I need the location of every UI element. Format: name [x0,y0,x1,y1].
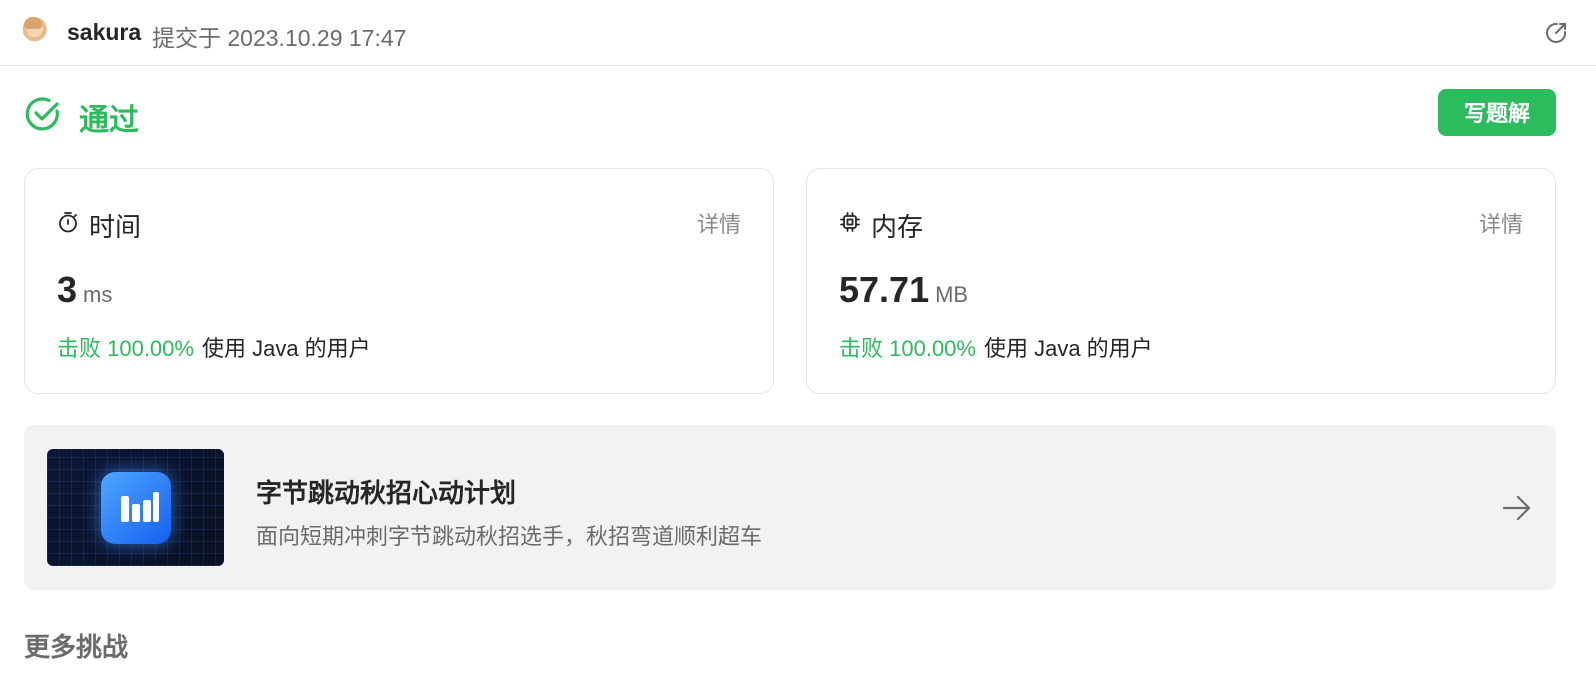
memory-beat-row: 击败 100.00% 使用 Java 的用户 [839,331,1153,363]
stopwatch-icon [59,212,77,233]
memory-value: 57.71 [839,269,930,310]
status-text: 通过 [79,104,139,137]
memory-beat-text: 使用 Java 的用户 [983,336,1153,361]
promo-logo-icon [101,472,171,544]
memory-detail-link[interactable]: 详情 [1479,207,1523,239]
runtime-beat-row: 击败 100.00% 使用 Java 的用户 [57,331,371,363]
runtime-value: 3 [57,269,78,310]
memory-unit: MB [935,282,969,307]
arrow-right-icon[interactable] [1502,494,1532,522]
write-solution-button[interactable]: 写题解 [1438,89,1556,136]
runtime-detail-link[interactable]: 详情 [697,207,741,239]
username[interactable]: sakura [67,19,141,46]
more-challenges-title: 更多挑战 [24,632,129,662]
runtime-unit: ms [83,282,113,307]
promo-image [47,449,224,566]
runtime-beat-percent: 击败 100.00% [57,336,194,361]
runtime-title: 时间 [89,212,142,242]
submission-status: 通过 [24,90,624,138]
promo-banner[interactable]: 字节跳动秋招心动计划 面向短期冲刺字节跳动秋招选手，秋招弯道顺利超车 [24,425,1556,590]
promo-title: 字节跳动秋招心动计划 [256,478,517,508]
memory-value-row: 57.71 MB [839,269,968,311]
check-circle-icon [25,97,59,131]
memory-card: 内存 详情 57.71 MB 击败 100.00% 使用 Java 的用户 [806,168,1556,394]
runtime-beat-text: 使用 Java 的用户 [201,336,371,361]
runtime-value-row: 3 ms [57,269,112,311]
user-avatar[interactable] [16,14,50,48]
submitted-time: 提交于 2023.10.29 17:47 [152,25,407,51]
memory-beat-percent: 击败 100.00% [839,336,976,361]
submission-header: sakura 提交于 2023.10.29 17:47 [0,0,1596,66]
chip-icon [840,212,860,232]
share-icon[interactable] [1544,21,1568,45]
promo-subtitle: 面向短期冲刺字节跳动秋招选手，秋招弯道顺利超车 [256,524,763,549]
runtime-card: 时间 详情 3 ms 击败 100.00% 使用 Java 的用户 [24,168,774,394]
avatar-hair [24,17,42,29]
memory-title: 内存 [871,212,924,242]
